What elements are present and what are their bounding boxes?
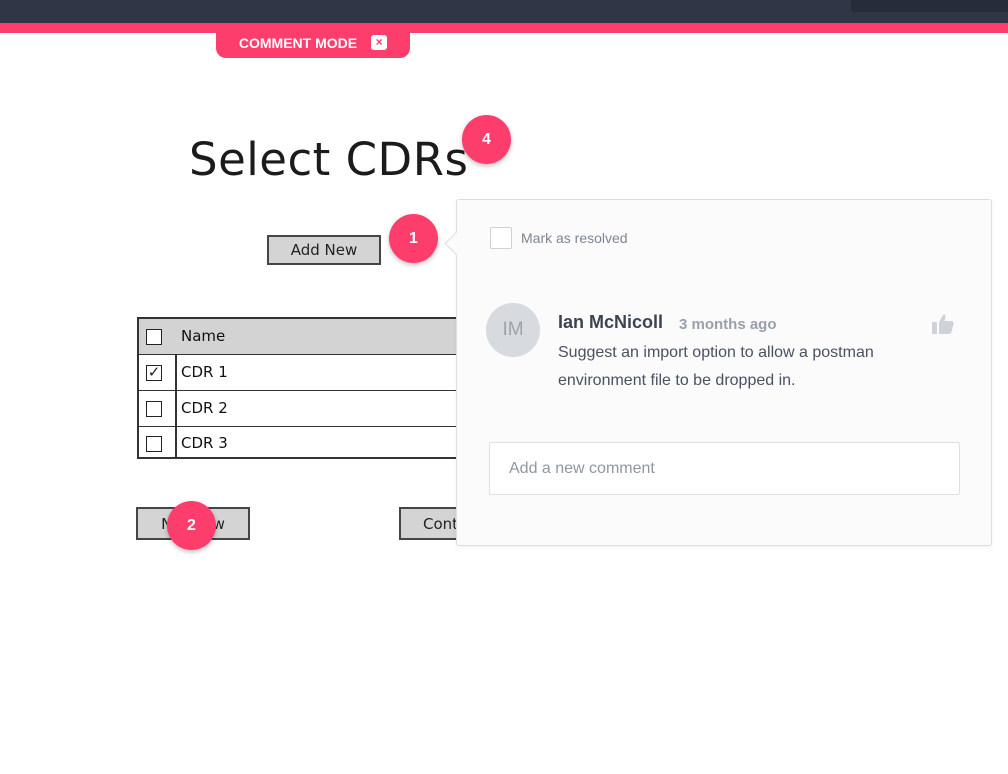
top-bar [0,0,1008,23]
comment-mode-tab: COMMENT MODE × [216,27,410,58]
comment-mode-accent-bar [0,23,1008,33]
row-checkbox[interactable] [146,401,162,417]
close-icon[interactable]: × [371,35,388,50]
table-header-name: Name [181,327,226,345]
select-all-checkbox[interactable] [146,329,162,345]
new-comment-input[interactable] [489,442,960,495]
cdr-table: Name ✓ CDR 1 CDR 2 CDR 3 [137,317,467,459]
top-bar-slot [851,0,1008,12]
comment-author: Ian McNicoll [558,312,664,332]
mark-resolved-checkbox[interactable] [490,227,512,249]
mark-resolved-control[interactable]: Mark as resolved [490,227,628,249]
comment-timestamp: 3 months ago [679,316,777,333]
page-title: Select CDRs [189,133,469,186]
row-label: CDR 3 [181,434,228,452]
comment-pin[interactable]: 4 [462,115,511,164]
mark-resolved-label: Mark as resolved [521,230,628,246]
row-label: CDR 1 [181,363,228,381]
table-row[interactable]: CDR 2 [139,391,465,427]
comment-body: Suggest an import option to allow a post… [558,344,874,389]
table-row[interactable]: CDR 3 [139,427,465,459]
row-label: CDR 2 [181,399,228,417]
row-checkbox[interactable] [146,436,162,452]
avatar: IM [486,303,540,357]
row-checkbox[interactable]: ✓ [146,365,162,381]
table-row[interactable]: ✓ CDR 1 [139,355,465,391]
comment-pin[interactable]: 2 [167,501,216,550]
comment-pin-active[interactable]: 1 [389,214,438,263]
comment-mode-label: COMMENT MODE [238,34,358,51]
add-new-button[interactable]: Add New [267,235,381,265]
comment-panel: Mark as resolved IM Ian McNicoll 3 month… [444,199,992,546]
table-header-row: Name [139,319,465,355]
panel-pointer [444,231,469,256]
thumbs-up-icon[interactable] [931,313,955,335]
